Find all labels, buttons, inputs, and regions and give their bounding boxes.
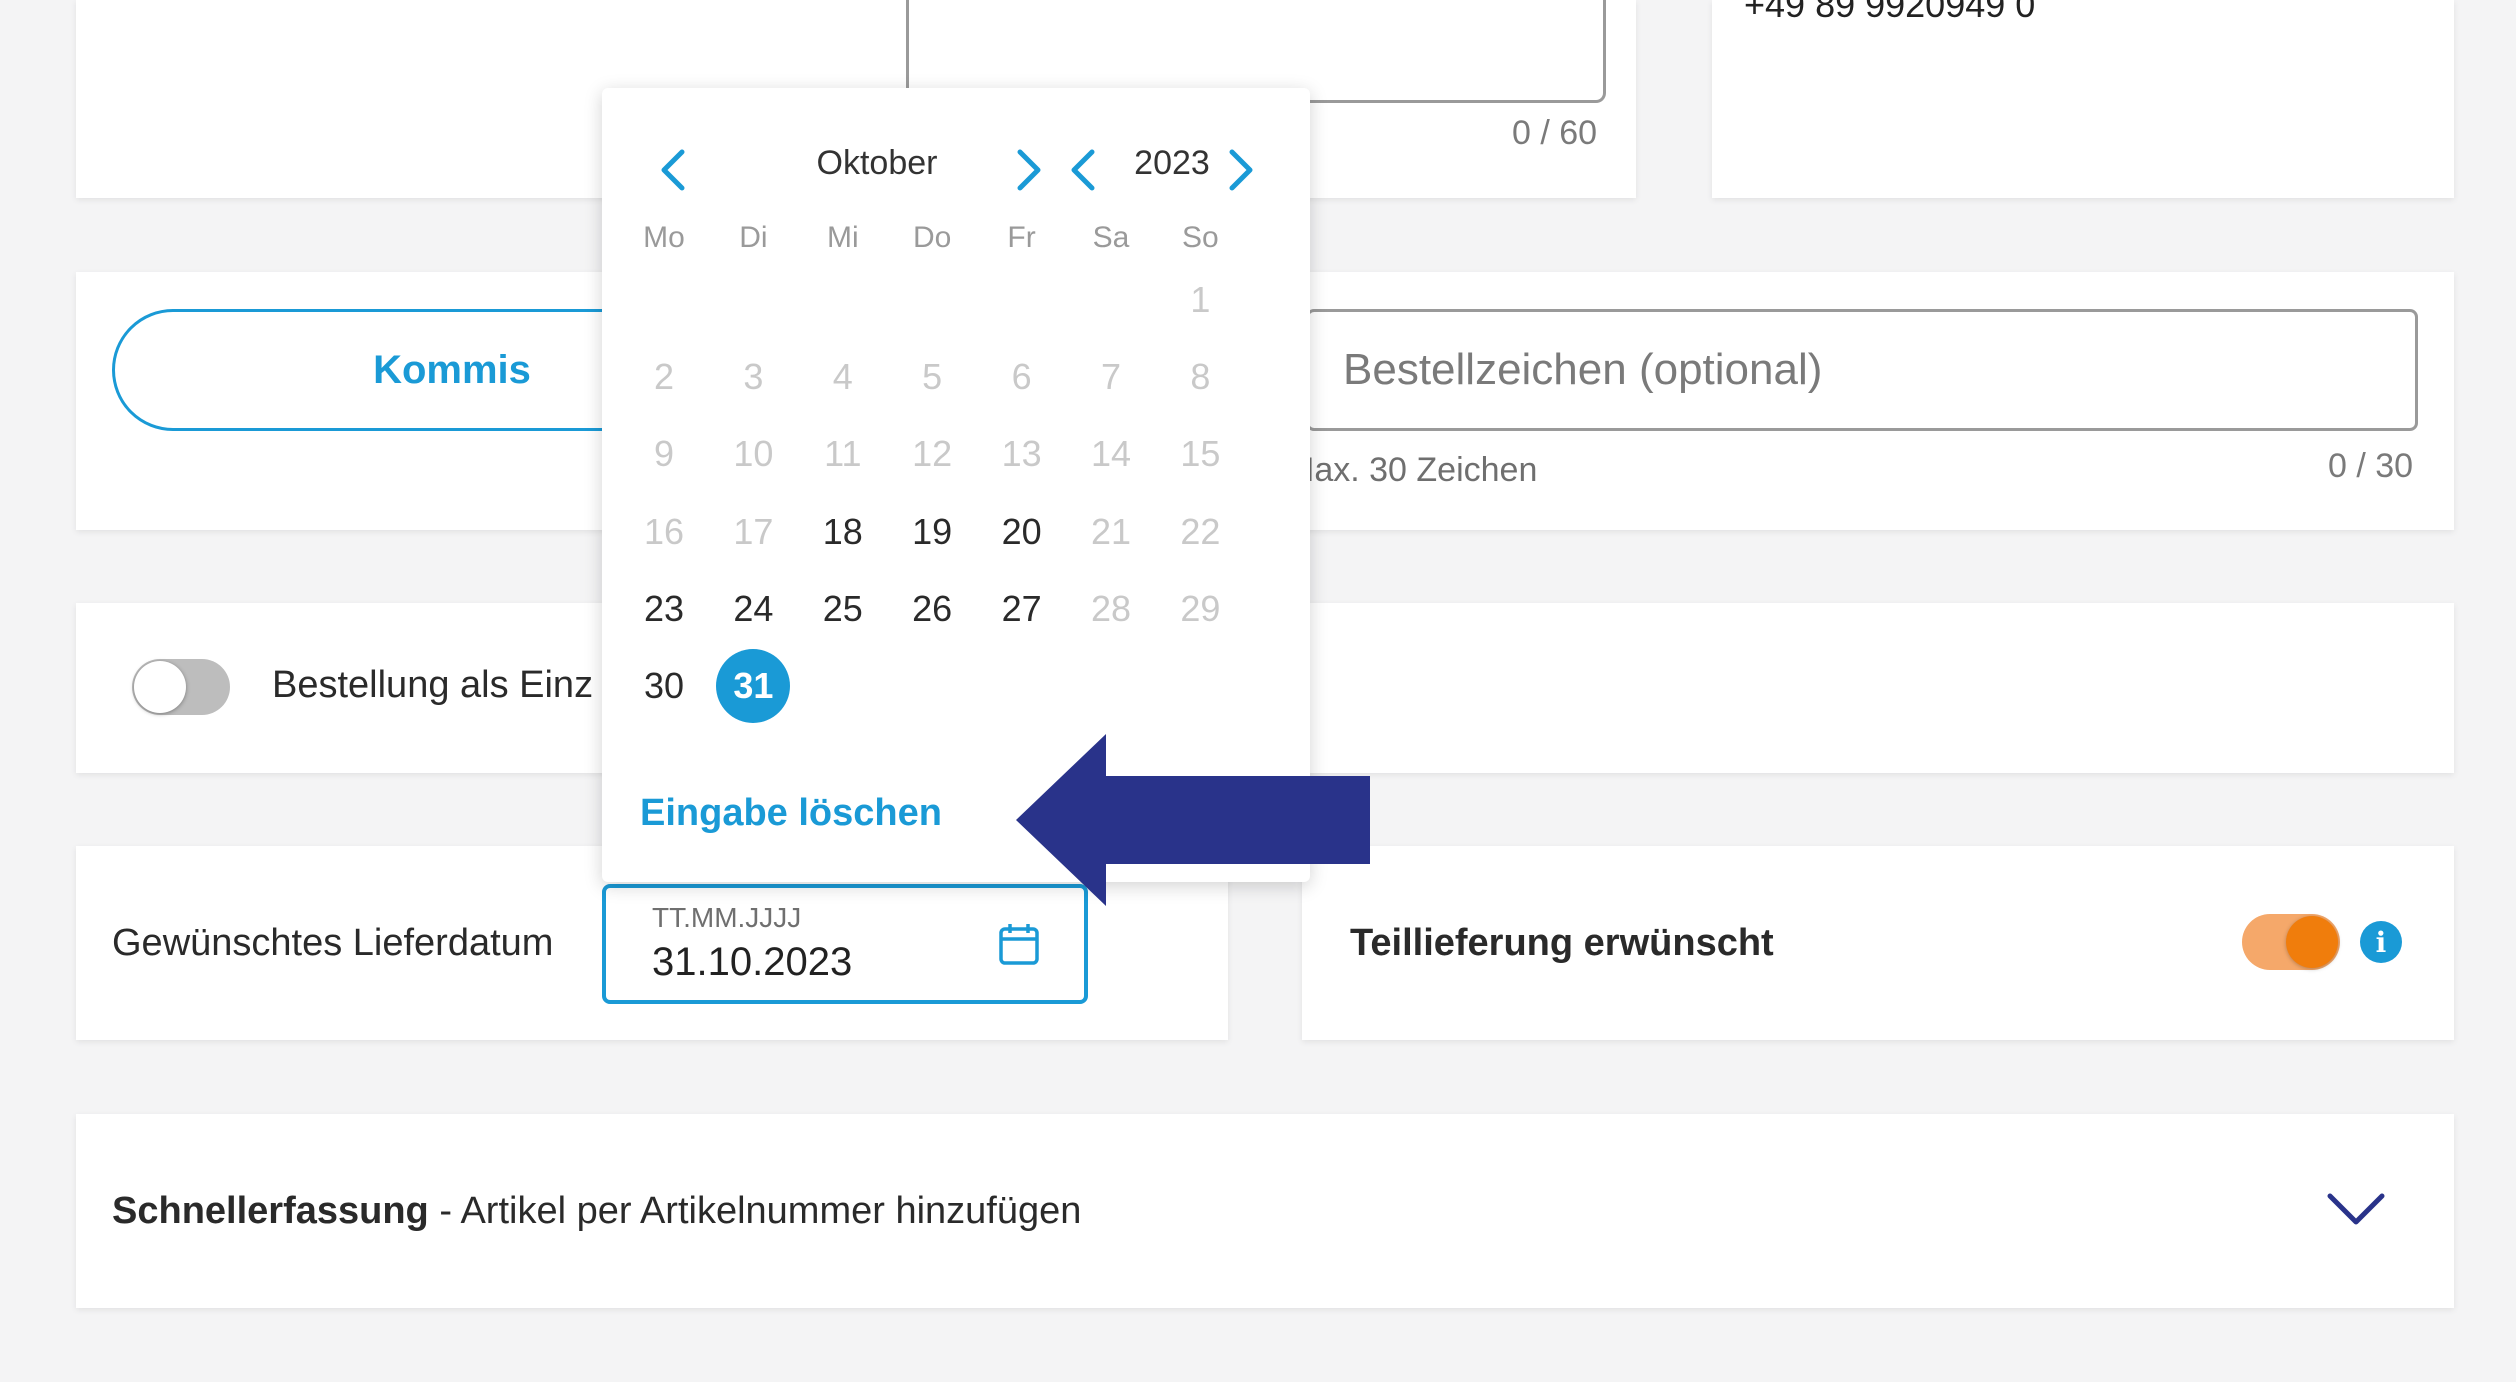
month-label: Oktober: [816, 144, 938, 182]
contact-card: [1712, 0, 2454, 198]
calendar-day: 7: [1100, 356, 1122, 398]
prev-month-button[interactable]: [652, 138, 696, 202]
partial-delivery-toggle[interactable]: [2242, 914, 2340, 970]
weekday-header: Di: [739, 221, 768, 254]
calendar-day[interactable]: 24: [713, 573, 793, 645]
clear-input-link[interactable]: Eingabe löschen: [640, 792, 942, 835]
next-month-button[interactable]: [1006, 138, 1050, 202]
single-order-toggle[interactable]: [132, 659, 230, 715]
bestellzeichen-counter: 0 / 30: [2328, 447, 2414, 485]
calendar-day: 22: [1180, 510, 1221, 552]
calendar-day: 29: [1180, 587, 1221, 629]
weekday-header: Mo: [643, 221, 685, 254]
calendar-day[interactable]: 27: [982, 573, 1062, 645]
single-order-label: Bestellung als Einz: [272, 664, 594, 706]
calendar-day: 6: [1011, 356, 1032, 398]
calendar-day[interactable]: 20: [982, 496, 1062, 568]
calendar-day: 12: [912, 433, 953, 475]
calendar-day: 16: [643, 510, 685, 552]
kommission-button[interactable]: Kommis: [112, 309, 672, 431]
toggle-knob: [2286, 916, 2338, 968]
weekday-header: Do: [913, 221, 952, 254]
calendar-day: 3: [743, 356, 764, 398]
calendar-day[interactable]: 18: [803, 496, 883, 568]
calendar-day: 17: [733, 510, 774, 552]
selected-day-label: 31: [716, 649, 791, 723]
bestellzeichen-hint: Max. 30 Zeichen: [1286, 451, 1538, 489]
delivery-date-label: Gewünschtes Lieferdatum: [112, 922, 554, 964]
calendar-day: 8: [1190, 356, 1211, 398]
calendar-day[interactable]: 26: [892, 573, 972, 645]
bestellzeichen-placeholder: Bestellzeichen (optional): [1343, 345, 1823, 394]
calendar-day: 28: [1090, 587, 1132, 629]
quick-entry-heading: Schnellerfassung - Artikel per Artikelnu…: [112, 1190, 1081, 1233]
description-counter: 0 / 60: [1512, 114, 1598, 152]
prev-year-button[interactable]: [1062, 138, 1106, 202]
calendar-icon[interactable]: [998, 922, 1040, 971]
partial-delivery-label: Teillieferung erwünscht: [1350, 922, 1774, 964]
calendar-day: 4: [832, 356, 853, 398]
pointer-arrow-icon: [1016, 734, 1372, 911]
contact-phone: +49 89 9920949 0: [1744, 0, 2036, 25]
weekday-header: Mi: [826, 221, 859, 254]
calendar-day[interactable]: 19: [892, 496, 972, 568]
weekday-header: So: [1182, 221, 1219, 254]
weekday-header: Fr: [1007, 221, 1036, 254]
calendar-day: 21: [1090, 510, 1132, 552]
calendar-day: 9: [653, 433, 675, 475]
calendar-day[interactable]: 25: [803, 573, 883, 645]
calendar-day[interactable]: 23: [624, 573, 704, 645]
calendar-day: 5: [922, 356, 943, 398]
quick-entry-title: Schnellerfassung: [112, 1190, 429, 1232]
year-label: 2023: [1134, 144, 1210, 182]
calendar-day: 13: [1001, 433, 1042, 475]
calendar-day: 11: [824, 433, 862, 475]
calendar-day: 1: [1190, 279, 1211, 320]
calendar-day[interactable]: 30: [624, 650, 704, 722]
bestellzeichen-input[interactable]: Bestellzeichen (optional): [1306, 309, 2418, 431]
calendar-day: 14: [1090, 433, 1132, 475]
chevron-down-icon[interactable]: [2326, 1192, 2386, 1233]
date-placeholder: TT.MM.JJJJ: [652, 902, 802, 933]
toggle-knob: [134, 661, 186, 713]
weekday-header: Sa: [1092, 221, 1130, 254]
calendar-day-selected[interactable]: 31: [713, 649, 793, 723]
info-icon[interactable]: i: [2360, 921, 2402, 963]
kommission-button-label: Kommis: [373, 347, 531, 392]
calendar-day: 15: [1180, 433, 1221, 475]
calendar-day: 2: [653, 356, 675, 398]
quick-entry-subtitle: - Artikel per Artikelnummer hinzufügen: [428, 1190, 1082, 1232]
calendar-day: 10: [733, 433, 774, 475]
next-year-button[interactable]: [1218, 138, 1262, 202]
date-value: 31.10.2023: [652, 940, 853, 984]
